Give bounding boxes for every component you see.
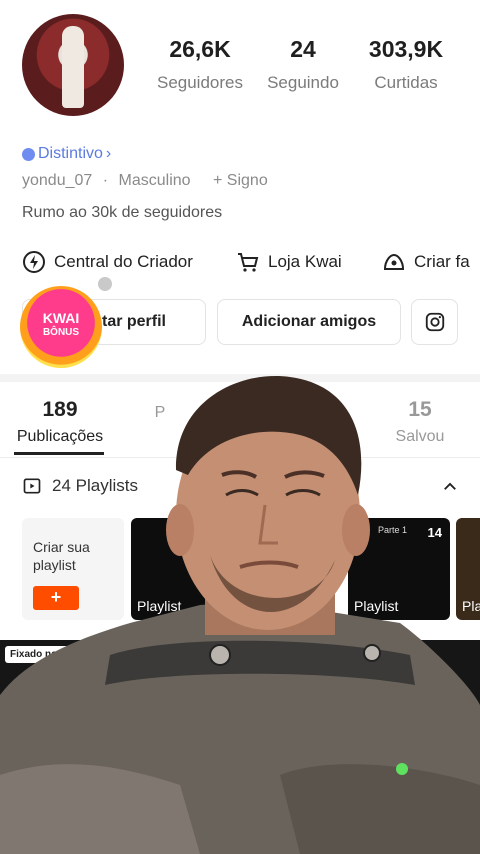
edit-profile-label: tar perfil: [101, 313, 166, 330]
pinned-video[interactable]: [0, 640, 480, 854]
create-playlist-label: Criar sua playlist: [33, 539, 90, 573]
playlists-count-label: 24 Playlists: [52, 476, 138, 495]
kwai-bonus-line2: BÔNUS: [42, 327, 80, 338]
gender: Masculino: [118, 172, 191, 189]
playlist-card[interactable]: Pla: [456, 518, 480, 620]
tab-salvou-label: Salvou: [395, 428, 445, 445]
likes-stat[interactable]: 303,9K Curtidas: [360, 36, 452, 93]
creator-center-label: Central do Criador: [54, 252, 193, 271]
section-divider: [0, 374, 480, 382]
followers-stat[interactable]: 26,6K Seguidores: [152, 36, 248, 93]
pinned-badge: Fixado no topo: [5, 646, 87, 663]
shop-label: Loja Kwai: [268, 252, 342, 271]
sign-button[interactable]: + Signo: [213, 172, 268, 189]
badge-label: Distintivo: [38, 145, 103, 162]
add-friends-button[interactable]: Adicionar amigos: [217, 299, 401, 345]
playlist-card-count: 14: [427, 525, 442, 540]
create-playlist-card[interactable]: Criar sua playlist +: [22, 518, 124, 620]
avatar-figure: [62, 26, 84, 108]
kwai-bonus-badge[interactable]: KWAI BÔNUS: [20, 286, 102, 368]
likes-label: Curtidas: [374, 73, 438, 92]
playlist-card-caption: Playlist: [137, 598, 182, 614]
playlist-card-caption: Playlist: [354, 598, 399, 614]
creator-center-icon: [23, 251, 45, 273]
instagram-button[interactable]: [411, 299, 458, 345]
following-count: 24: [290, 36, 316, 62]
playlist-icon: [23, 478, 41, 494]
following-stat[interactable]: 24 Seguindo: [260, 36, 346, 93]
playlist-card-caption: Pla: [462, 598, 480, 614]
profile-bio: Rumo ao 30k de seguidores: [22, 204, 223, 221]
playlist-card[interactable]: Parte 1 14 Playlist: [348, 518, 450, 620]
playlist-card-part: Parte 1: [378, 525, 408, 535]
playlist-card[interactable]: Playlist: [131, 518, 223, 620]
tab-publicacoes-count: 189: [42, 398, 78, 421]
likes-count: 303,9K: [368, 36, 444, 62]
profile-avatar[interactable]: [22, 14, 124, 116]
tabs-divider: [0, 457, 480, 458]
followers-count: 26,6K: [169, 36, 231, 62]
tab-publicacoes-label: Publicações: [16, 428, 104, 445]
active-tab-indicator: [14, 452, 104, 455]
chevron-right-icon: ›: [105, 145, 112, 162]
tab-second-label: P: [154, 404, 166, 421]
fan-group-icon: [383, 253, 405, 270]
following-label: Seguindo: [267, 73, 339, 92]
creator-center-button[interactable]: Central do Criador: [22, 250, 193, 274]
add-friends-label: Adicionar amigos: [241, 313, 377, 330]
shop-button[interactable]: Loja Kwai: [236, 250, 342, 274]
kwai-bonus-line1: KWAI: [42, 310, 80, 326]
profile-meta: yondu_07 · Masculino + Signo: [22, 172, 274, 190]
username: yondu_07: [22, 172, 93, 189]
playlists-header[interactable]: 24 Playlists: [22, 476, 138, 496]
meta-separator: ·: [102, 172, 109, 189]
badge-icon: [22, 147, 35, 161]
tab-salvou-count: 15: [408, 398, 432, 421]
create-playlist-button[interactable]: +: [33, 586, 79, 610]
tab-publicacoes[interactable]: 189 Publicações: [10, 398, 110, 446]
create-fan-button[interactable]: Criar fa: [382, 250, 470, 274]
tab-second[interactable]: P: [140, 398, 180, 422]
instagram-icon: [425, 312, 444, 332]
cart-icon: [238, 253, 259, 272]
create-fan-label: Criar fa: [414, 252, 470, 271]
badge-link[interactable]: Distintivo ›: [22, 145, 111, 163]
followers-label: Seguidores: [156, 73, 243, 92]
tab-salvou[interactable]: 15 Salvou: [380, 398, 460, 446]
chevron-up-icon[interactable]: [441, 478, 459, 496]
floating-dot: [98, 277, 112, 291]
